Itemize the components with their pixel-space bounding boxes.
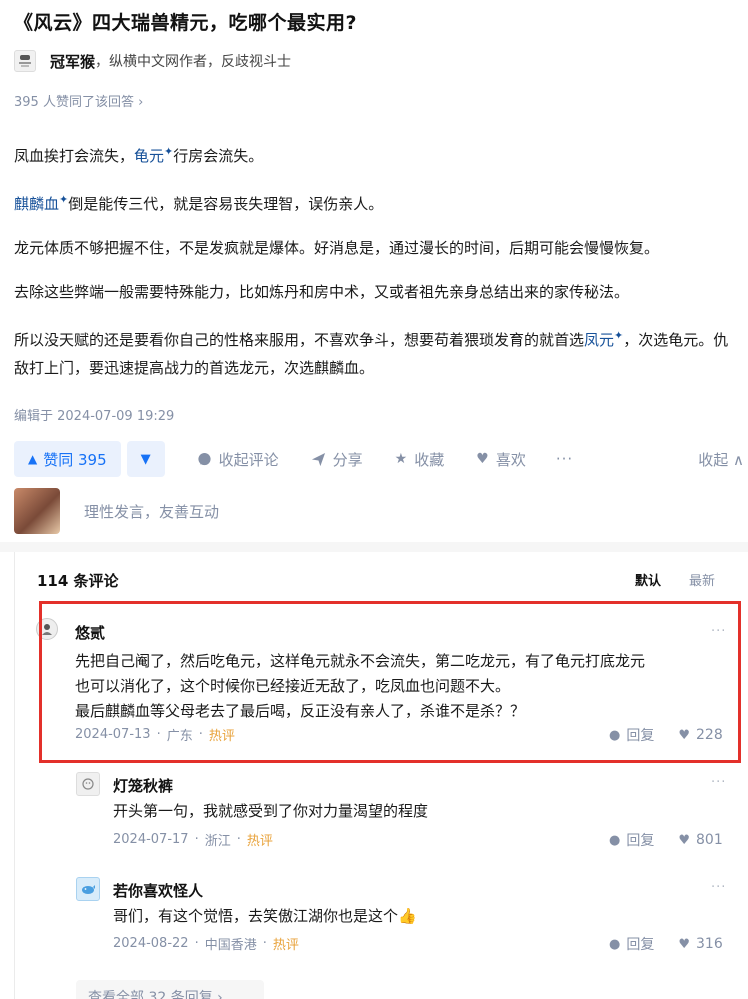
comment-sort-tabs: 默认 最新 [635,570,715,589]
author-avatar[interactable] [14,50,36,72]
like-button[interactable]: ♥ 喜欢 [476,449,526,470]
upvote-label: 赞同 395 [43,450,107,469]
question-title[interactable]: 《风云》四大瑞兽精元，吃哪个最实用? [14,8,357,35]
comment-date: 2024-07-17 [113,832,189,847]
comment-meta: 2024-08-22 · 中国香港 · 热评 [113,936,299,953]
commenter-name[interactable]: 灯笼秋裤 [113,775,173,796]
section-divider [0,542,748,552]
comment-text: 开头第一句，我就感受到了你对力量渴望的程度 [113,799,733,824]
comment-bubble-icon: ● [609,936,621,952]
comment-region: 中国香港 [204,938,257,953]
comment-icon [198,452,211,465]
reply-button[interactable]: 回复 [626,725,654,745]
author-bio: ，纵横中文网作者，反歧视斗士 [95,54,292,70]
answer-text: 倒是能传三代，就是容易丧失理智，误伤亲人。 [68,195,384,213]
heart-icon: ♥ [678,936,690,952]
comment-line: 开头第一句，我就感受到了你对力量渴望的程度 [113,802,429,820]
comment-line: 哥们，有这个觉悟，去笑傲江湖你也是这个👍 [113,907,417,925]
comment-text: 哥们，有这个觉悟，去笑傲江湖你也是这个👍 [113,904,733,929]
comment-meta: 2024-07-17 · 浙江 · 热评 [113,832,273,849]
answer-action-bar: ▲ 赞同 395 ▼ 收起评论 分享 ★ 收藏 ♥ 喜欢 ··· 收起 ∧ [14,440,748,478]
hot-comment-badge: 热评 [272,938,299,953]
sort-default-tab[interactable]: 默认 [635,570,661,589]
more-actions-button[interactable]: ··· [556,450,573,468]
comment-actions: ● 回复 ♥ 801 [609,830,723,850]
commenter-avatar[interactable] [76,772,100,796]
answer-content: 凤血挨打会流失，龟元✦行房会流失。 麒麟血✦倒是能传三代，就是容易丧失理智，误伤… [14,138,742,398]
keyword-link-qilinxue[interactable]: 麒麟血 [14,195,59,213]
keyword-link-fengyuan[interactable]: 凤元 [584,331,614,349]
comment-region: 广东 [166,729,193,744]
collapse-comments-button[interactable]: 收起评论 [197,449,279,470]
current-user-avatar [14,488,60,534]
hot-comment-badge: 热评 [208,729,235,744]
view-all-replies-button[interactable]: 查看全部 32 条回复 › [76,980,264,999]
heart-icon: ♥ [678,832,690,848]
edited-timestamp: 编辑于 2024-07-09 19:29 [14,409,175,424]
comment-region: 浙江 [204,834,231,849]
heart-icon: ♥ [678,727,690,743]
commenter-avatar[interactable] [76,877,100,901]
like-count[interactable]: 228 [696,727,723,743]
downvote-button[interactable]: ▼ [126,441,165,477]
heart-icon: ♥ [476,451,489,467]
reply-button[interactable]: 回复 [626,830,654,850]
answer-paragraph: 麒麟血✦倒是能传三代，就是容易丧失理智，误伤亲人。 [14,186,742,218]
answer-paragraph: 凤血挨打会流失，龟元✦行房会流失。 [14,138,742,170]
keyword-link-guiyuan[interactable]: 龟元 [134,147,164,165]
upvote-button[interactable]: ▲ 赞同 395 [14,441,121,477]
comment-actions: ● 回复 ♥ 228 [609,725,723,745]
comment-bubble-icon: ● [609,727,621,743]
sort-latest-tab[interactable]: 最新 [689,570,715,589]
answer-paragraph: 所以没天赋的还是要看你自己的性格来服用，不喜欢争斗，想要苟着猥琐发育的就首选凤元… [14,322,742,382]
reply-button[interactable]: 回复 [626,934,654,954]
answer-text: 行房会流失。 [173,147,264,165]
star-icon: ★ [394,451,408,467]
hot-comment-badge: 热评 [246,834,273,849]
comment-more-button[interactable]: ··· [711,880,726,895]
comment-date: 2024-08-22 [113,936,189,951]
collapse-answer-button[interactable]: 收起 ∧ [698,449,744,470]
comment-more-button[interactable]: ··· [711,624,726,639]
like-count[interactable]: 316 [696,936,723,952]
downvote-icon: ▼ [140,451,151,467]
comment-line: 也可以消化了，这个时候你已经接近无敌了，吃凤血也问题不大。 [75,677,511,695]
comment-meta: 2024-07-13 · 广东 · 热评 [75,727,235,744]
collapse-comments-label: 收起评论 [218,450,279,469]
whale-avatar-icon [82,885,95,894]
commenter-name[interactable]: 悠贰 [75,622,105,643]
share-button[interactable]: 分享 [311,449,363,470]
author-avatar-icon [19,55,31,67]
spark-icon: ✦ [59,193,69,206]
upvote-icon: ▲ [28,452,38,466]
upvote-count-link[interactable]: 395 人赞同了该回答 › [14,91,143,110]
comment-count: 114 条评论 [37,572,119,590]
comment-input[interactable]: 理性发言，友善互动 [84,501,219,522]
favorite-button[interactable]: ★ 收藏 [395,449,445,470]
comment-more-button[interactable]: ··· [711,775,726,790]
share-icon [311,452,325,466]
answer-paragraph: 龙元体质不够把握不住，不是发疯就是爆体。好消息是，通过漫长的时间，后期可能会慢慢… [14,239,660,257]
favorite-label: 收藏 [414,450,445,469]
comment-line: 最后麒麟血等父母老去了最后喝，反正没有亲人了，杀谁不是杀？？ [75,702,526,720]
author-name[interactable]: 冠军猴 [50,51,95,72]
answer-text: 凤血挨打会流失， [14,147,135,165]
user-avatar-icon [82,778,94,790]
comment-actions: ● 回复 ♥ 316 [609,934,723,954]
spark-icon: ✦ [164,145,174,158]
share-label: 分享 [332,450,363,469]
author-row: 冠军猴 ，纵横中文网作者，反歧视斗士 [14,48,291,74]
comment-bubble-icon: ● [609,832,621,848]
comment-date: 2024-07-13 [75,727,151,742]
commenter-name[interactable]: 若你喜欢怪人 [113,880,203,901]
like-count[interactable]: 801 [696,832,723,848]
answer-text: 所以没天赋的还是要看你自己的性格来服用，不喜欢争斗，想要苟着猥琐发育的就首选 [14,331,585,349]
answer-paragraph: 去除这些弊端一般需要特殊能力，比如炼丹和房中术，又或者祖先亲身总结出来的家传秘法… [14,283,630,301]
comment-text: 先把自己阉了，然后吃龟元，这样龟元就永不会流失，第二吃龙元，有了龟元打底龙元 也… [75,649,735,724]
comment-line: 先把自己阉了，然后吃龟元，这样龟元就永不会流失，第二吃龙元，有了龟元打底龙元 [75,652,646,670]
reply-box: 理性发言，友善互动 [14,488,748,534]
spark-icon: ✦ [614,329,624,342]
like-label: 喜欢 [495,450,526,469]
